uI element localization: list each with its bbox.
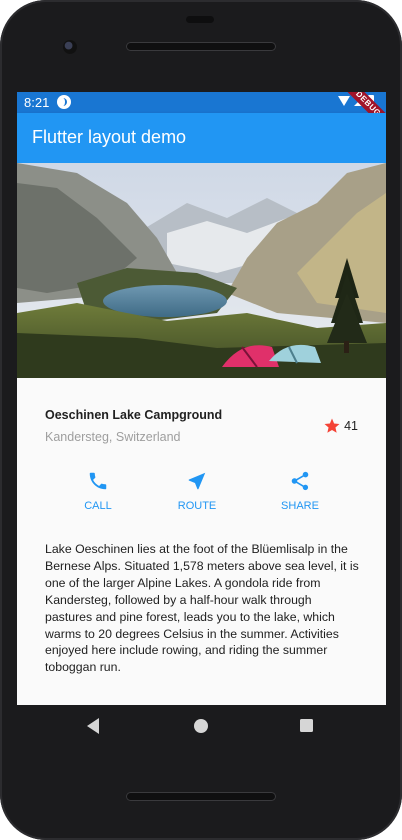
share-icon bbox=[291, 471, 309, 491]
button-section: CALL ROUTE SHARE bbox=[17, 470, 386, 520]
front-camera bbox=[63, 40, 77, 54]
phone-sensor bbox=[186, 16, 214, 23]
share-label: SHARE bbox=[281, 500, 319, 512]
lake-image bbox=[17, 163, 386, 378]
app-bar-title: Flutter layout demo bbox=[32, 127, 187, 147]
nav-buttons bbox=[87, 718, 313, 734]
call-button[interactable]: CALL bbox=[58, 470, 138, 514]
favorite-rating[interactable]: 41 bbox=[323, 417, 358, 435]
status-bar: 8:21 DEBUG bbox=[17, 92, 386, 137]
home-icon[interactable] bbox=[194, 719, 208, 733]
place-subtitle: Kandersteg, Switzerland bbox=[45, 430, 181, 444]
route-button[interactable]: ROUTE bbox=[157, 470, 237, 514]
phone-icon bbox=[89, 472, 107, 490]
recents-icon[interactable] bbox=[300, 719, 313, 732]
lake-landscape-illustration bbox=[17, 163, 386, 378]
star-icon[interactable] bbox=[323, 417, 341, 435]
call-label: CALL bbox=[84, 500, 112, 512]
flutter-notification-icon bbox=[57, 95, 71, 109]
phone-frame: 8:21 DEBUG Flutter layout demo Oeschinen… bbox=[0, 0, 402, 840]
rating-count: 41 bbox=[344, 419, 358, 433]
near-me-icon bbox=[188, 472, 206, 490]
system-navigation-bar bbox=[17, 705, 386, 748]
description-text: Lake Oeschinen lies at the foot of the B… bbox=[45, 542, 359, 675]
title-section: Oeschinen Lake Campground Kandersteg, Sw… bbox=[45, 408, 358, 448]
share-button[interactable]: SHARE bbox=[260, 470, 340, 514]
app-bar: Flutter layout demo bbox=[17, 113, 386, 163]
place-title: Oeschinen Lake Campground bbox=[45, 408, 223, 422]
status-time: 8:21 bbox=[24, 95, 50, 110]
back-icon[interactable] bbox=[87, 718, 99, 734]
route-label: ROUTE bbox=[177, 500, 217, 512]
earpiece-speaker bbox=[126, 42, 276, 51]
bottom-speaker bbox=[126, 792, 276, 801]
wifi-icon bbox=[338, 95, 350, 106]
content-area: Oeschinen Lake Campground Kandersteg, Sw… bbox=[17, 378, 386, 748]
screen: 8:21 DEBUG Flutter layout demo Oeschinen… bbox=[17, 92, 386, 748]
